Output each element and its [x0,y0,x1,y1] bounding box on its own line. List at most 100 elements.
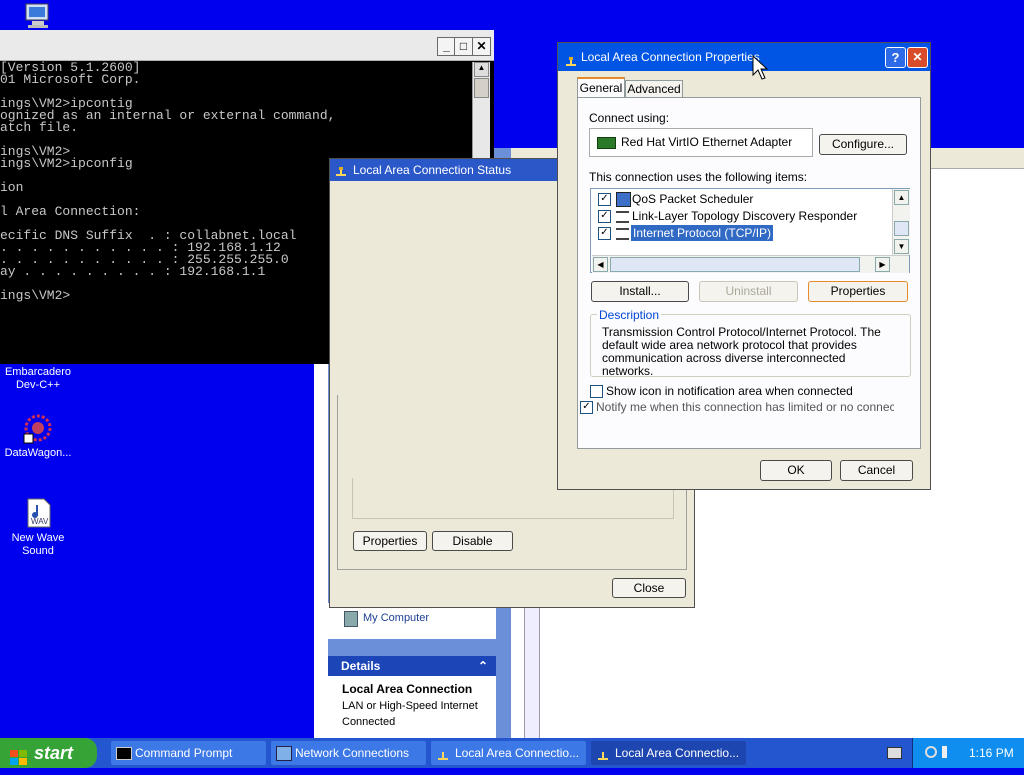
close-label: Close [633,581,665,595]
taskbar-item-lan-properties[interactable]: Local Area Connectio... [591,741,746,765]
details-panel: Local Area Connection LAN or High-Speed … [328,676,496,738]
desktop-icon-label: New Wave Sound [11,532,65,557]
scroll-up-arrow-icon[interactable]: ▲ [894,190,909,205]
clock[interactable]: 1:16 PM [969,746,1014,760]
tab-general-label: General [579,81,623,95]
my-computer-small-icon [344,611,358,627]
scroll-down-arrow-icon[interactable]: ▼ [894,239,909,254]
lan-status-title: Local Area Connection Status [353,163,512,177]
taskbar: start Command Prompt Network Connections… [0,738,1024,768]
scroll-right-arrow-icon[interactable]: ▶ [875,257,890,272]
svg-text:WAV: WAV [31,517,49,526]
show-icon-option[interactable]: Show icon in notification area when conn… [590,384,853,398]
show-icon-label: Show icon in notification area when conn… [606,384,853,398]
desktop-icon-new-wave-sound[interactable]: WAV New Wave Sound [0,497,76,558]
desktop-icon-label: Embarcadero Dev-C++ [4,366,72,391]
uninstall-button: Uninstall [699,281,798,302]
notify-checkbox[interactable]: ✓ [580,401,593,414]
lan-properties-titlebar[interactable]: Local Area Connection Properties ? ✕ [558,43,930,71]
mouse-cursor-icon [752,55,768,80]
details-connection-type: LAN or High-Speed Internet [342,700,478,712]
scroll-thumb[interactable] [474,78,489,98]
cancel-button[interactable]: Cancel [840,460,913,481]
system-tray: 1:16 PM [912,738,1024,768]
close-button[interactable]: ✕ [907,47,928,68]
description-legend: Description [597,308,662,322]
checkbox[interactable]: ✓ [598,193,611,206]
cmd-icon [116,747,132,760]
chevron-up-icon[interactable]: ⌃ [478,656,488,676]
lan-icon [564,51,578,66]
cancel-label: Cancel [857,463,896,477]
uninstall-label: Uninstall [725,284,772,298]
start-button[interactable]: start [0,738,97,768]
my-computer-link[interactable]: My Computer [363,612,429,624]
show-icon-checkbox[interactable] [590,385,603,398]
lan-icon [436,747,450,760]
taskbar-item-command-prompt[interactable]: Command Prompt [111,741,266,765]
item-label: QoS Packet Scheduler [632,192,754,206]
scroll-up-arrow-icon[interactable]: ▲ [474,62,489,77]
windows-logo-icon [10,745,28,765]
scroll-thumb[interactable] [894,221,909,236]
qos-icon [616,192,631,207]
list-vertical-scrollbar[interactable]: ▲ ▼ [892,189,910,255]
details-connection-name: Local Area Connection [342,682,473,696]
list-horizontal-scrollbar[interactable]: ◀ ▶ [592,255,909,273]
protocol-icon [616,211,629,223]
properties-button[interactable]: Properties [808,281,908,302]
lan-properties-title: Local Area Connection Properties [581,50,760,64]
desktop-icon-datawagon[interactable]: DataWagon... [0,412,76,460]
my-computer-desktop-icon[interactable] [22,2,54,30]
network-tray-icon[interactable] [925,746,937,758]
tab-advanced[interactable]: Advanced [625,80,683,98]
properties-label: Properties [830,284,886,298]
tab-general[interactable]: General [577,77,625,98]
description-text: Transmission Control Protocol/Internet P… [602,325,881,378]
description-groupbox: Description Transmission Control Protoco… [590,308,911,378]
network-icon [276,746,292,761]
taskbar-item-label: Local Area Connectio... [615,746,740,760]
volume-icon[interactable] [942,746,954,758]
keyboard-icon[interactable] [887,747,902,759]
close-button[interactable]: Close [612,578,686,598]
taskbar-item-network-connections[interactable]: Network Connections [271,741,426,765]
help-button[interactable]: ? [885,47,906,68]
network-adapter-icon [597,137,616,149]
command-prompt-titlebar[interactable]: _ □ ✕ [0,30,494,61]
desktop-icon-label: DataWagon... [4,447,72,459]
console-output: [Version 5.1.2600] 01 Microsoft Corp. in… [0,60,336,303]
lan-properties-window[interactable]: Local Area Connection Properties ? ✕ Gen… [557,42,931,490]
details-header[interactable]: Details ⌃ [328,656,496,676]
scroll-thumb[interactable] [610,257,860,272]
item-label: Internet Protocol (TCP/IP) [631,225,774,241]
taskbar-item-label: Network Connections [295,746,410,760]
details-title: Details [341,659,381,673]
wav-file-icon: WAV [22,497,54,529]
configure-label: Configure... [831,137,895,151]
desktop-icon-devcpp[interactable]: Embarcadero Dev-C++ [0,366,76,392]
lan-icon [334,164,348,176]
adapter-name: Red Hat VirtIO Ethernet Adapter [621,135,793,149]
components-list[interactable]: ✓ QoS Packet Scheduler ✓ Link-Layer Topo… [590,188,910,273]
tasks-scrollbar[interactable] [524,603,540,740]
start-label: start [34,743,74,763]
notify-label: Notify me when this connection has limit… [596,400,894,414]
checkbox[interactable]: ✓ [598,210,611,223]
tab-advanced-label: Advanced [627,82,681,96]
taskbar-item-label: Command Prompt [135,746,233,760]
computer-icon [25,3,49,28]
items-label: This connection uses the following items… [589,170,808,184]
install-button[interactable]: Install... [591,281,689,302]
other-places-panel: My Computer [328,603,496,639]
taskbar-item-lan-status[interactable]: Local Area Connectio... [431,741,586,765]
scroll-left-arrow-icon[interactable]: ◀ [593,257,608,272]
datawagon-icon [22,412,54,444]
item-label: Link-Layer Topology Discovery Responder [632,209,858,223]
close-button[interactable]: ✕ [472,37,491,56]
checkbox[interactable]: ✓ [598,227,611,240]
maximize-button[interactable]: □ [454,37,473,56]
configure-button[interactable]: Configure... [819,134,907,155]
notify-option[interactable]: ✓ Notify me when this connection has lim… [580,400,894,414]
ok-button[interactable]: OK [760,460,832,481]
